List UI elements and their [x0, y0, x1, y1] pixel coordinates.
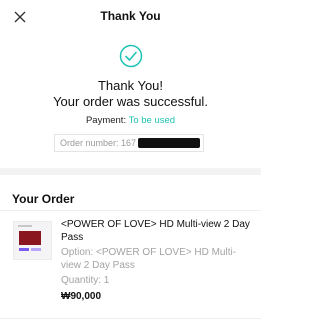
thank-you-text: Thank You! [97, 78, 164, 93]
product-quantity: Quantity: 1 [61, 275, 110, 286]
check-circle-icon [119, 44, 143, 68]
thumbnail-badge [31, 248, 41, 251]
success-message: Thank You! Your order was successful. [0, 78, 261, 110]
thumbnail-logo [18, 225, 32, 227]
order-number-text: Order number: 167 [60, 138, 137, 148]
payment-status: Payment: To be used [0, 115, 261, 126]
product-name: <POWER OF LOVE> HD Multi-view 2 Day Pass [61, 219, 250, 243]
page-title: Thank You [100, 9, 161, 23]
section-line [0, 210, 261, 211]
product-option: Option: <POWER OF LOVE> HD Multi-view 2 … [61, 247, 237, 271]
section-divider [0, 168, 261, 175]
order-number-field[interactable]: Order number: 167 [54, 134, 204, 152]
bottom-divider [0, 318, 261, 319]
thumbnail-badge [19, 248, 29, 251]
your-order-heading: Your Order [12, 192, 75, 206]
header: Thank You [0, 0, 261, 34]
product-thumbnail[interactable] [13, 221, 52, 260]
order-confirmation-page: Thank You Thank You! Your order was succ… [0, 0, 261, 320]
redaction-mark [138, 138, 200, 148]
thumbnail-art [19, 231, 41, 245]
product-price: ₩90,000 [61, 291, 102, 302]
payment-status-value: To be used [128, 115, 176, 126]
order-item[interactable]: <POWER OF LOVE> HD Multi-view 2 Day Pass… [61, 218, 253, 302]
payment-label: Payment: [85, 115, 127, 126]
order-successful-text: Your order was successful. [53, 94, 208, 109]
